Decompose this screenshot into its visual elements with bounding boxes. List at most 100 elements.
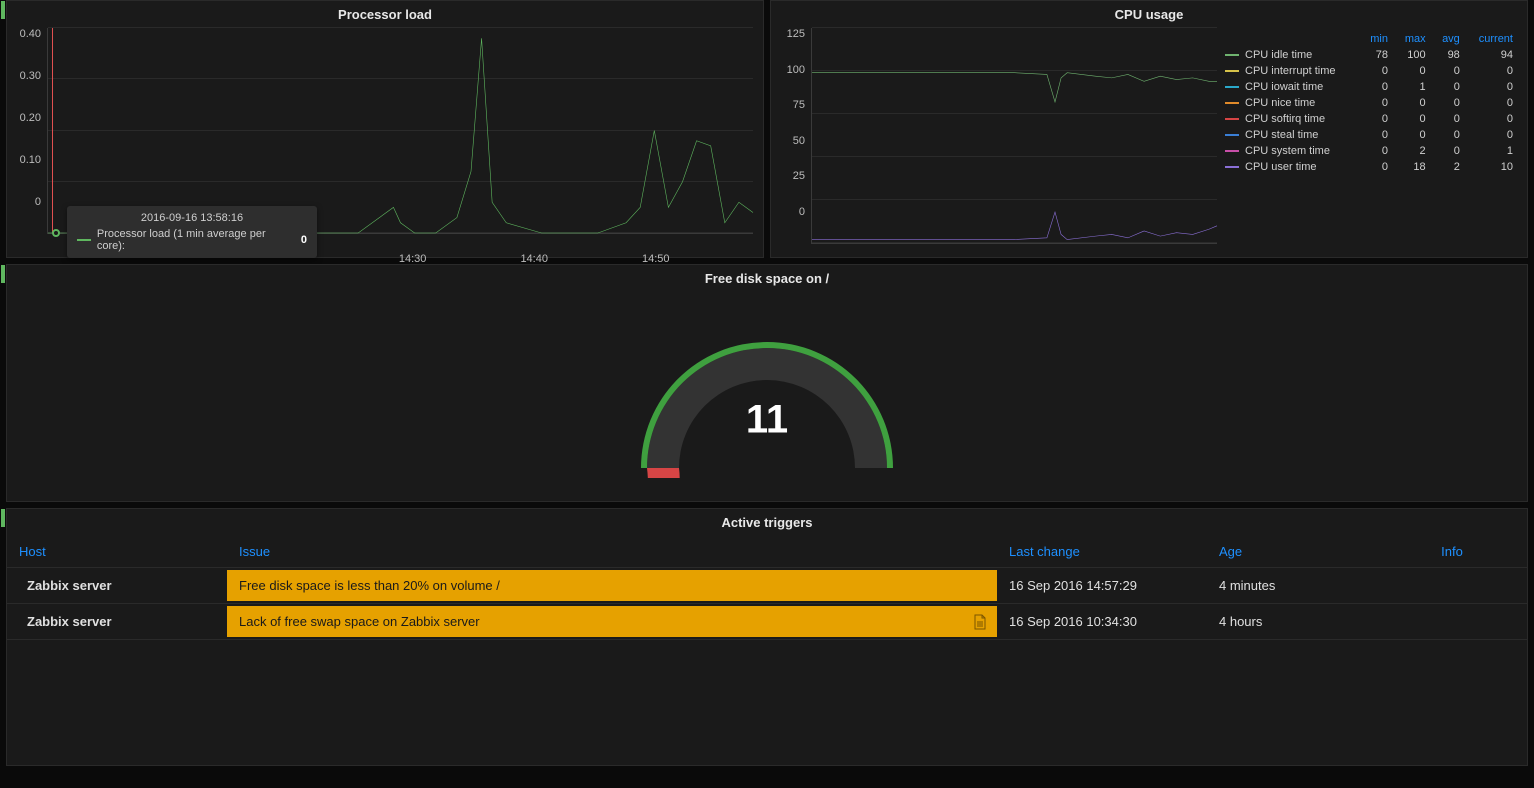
legend-current: 0	[1466, 79, 1519, 95]
legend-row[interactable]: CPU idle time781009894	[1219, 47, 1519, 63]
cpu-usage-yaxis: 125 100 75 50 25 0	[771, 24, 811, 244]
legend-header: avg	[1432, 31, 1466, 47]
ytick: 75	[793, 99, 805, 111]
panel-accent	[1, 1, 5, 19]
trigger-host: Zabbix server	[7, 604, 227, 640]
legend-max: 1	[1394, 79, 1432, 95]
legend-current: 0	[1466, 95, 1519, 111]
ytick: 0.40	[20, 28, 41, 40]
processor-load-yaxis: 0.400.300.200.100	[7, 24, 47, 234]
triggers-header-issue[interactable]: Issue	[227, 536, 997, 568]
legend-row[interactable]: CPU system time0201	[1219, 143, 1519, 159]
active-triggers-panel: Active triggers Host Issue Last change A…	[6, 508, 1528, 766]
legend-swatch	[1225, 150, 1239, 152]
legend-current: 1	[1466, 143, 1519, 159]
legend-max: 0	[1394, 127, 1432, 143]
legend-max: 0	[1394, 95, 1432, 111]
legend-row[interactable]: CPU steal time0000	[1219, 127, 1519, 143]
ytick: 100	[787, 64, 805, 76]
trigger-info	[1377, 604, 1527, 640]
legend-row[interactable]: CPU iowait time0100	[1219, 79, 1519, 95]
legend-avg: 98	[1432, 47, 1466, 63]
tooltip-series-label: Processor load (1 min average per core):	[97, 228, 295, 252]
disk-gauge-title: Free disk space on /	[7, 265, 1527, 288]
trigger-last-change: 16 Sep 2016 10:34:30	[997, 604, 1207, 640]
processor-load-tooltip: 2016-09-16 13:58:16 Processor load (1 mi…	[67, 206, 317, 258]
ytick: 25	[793, 170, 805, 182]
legend-current: 10	[1466, 159, 1519, 175]
document-icon[interactable]	[973, 614, 987, 630]
legend-min: 78	[1360, 47, 1394, 63]
legend-max: 100	[1394, 47, 1432, 63]
legend-header: min	[1360, 31, 1394, 47]
legend-min: 0	[1360, 111, 1394, 127]
ytick: 0.20	[20, 112, 41, 124]
disk-gauge-value: 11	[746, 397, 788, 442]
ytick: 0	[799, 206, 805, 218]
triggers-header-last[interactable]: Last change	[997, 536, 1207, 568]
legend-max: 2	[1394, 143, 1432, 159]
trigger-last-change: 16 Sep 2016 14:57:29	[997, 568, 1207, 604]
legend-swatch	[1225, 134, 1239, 136]
trigger-issue[interactable]: Lack of free swap space on Zabbix server	[227, 606, 997, 637]
legend-max: 18	[1394, 159, 1432, 175]
legend-current: 0	[1466, 111, 1519, 127]
panel-accent	[1, 509, 5, 527]
cpu-usage-plot[interactable]: 14:0014:1014:2014:3014:4014:50	[811, 28, 1217, 244]
trigger-info	[1377, 568, 1527, 604]
legend-row[interactable]: CPU user time018210	[1219, 159, 1519, 175]
cpu-usage-panel: CPU usage 1251007550250 14:0014:1014:201…	[770, 0, 1528, 258]
legend-swatch	[1225, 102, 1239, 104]
legend-min: 0	[1360, 95, 1394, 111]
legend-avg: 0	[1432, 127, 1466, 143]
ytick: 0.10	[20, 154, 41, 166]
trigger-issue[interactable]: Free disk space is less than 20% on volu…	[227, 570, 997, 601]
processor-load-plot[interactable]: 14:3014:4014:50	[47, 28, 753, 234]
active-triggers-title: Active triggers	[7, 509, 1527, 532]
triggers-header-age[interactable]: Age	[1207, 536, 1377, 568]
ytick: 50	[793, 135, 805, 147]
table-row[interactable]: Zabbix serverLack of free swap space on …	[7, 604, 1527, 640]
legend-avg: 0	[1432, 63, 1466, 79]
triggers-header-host[interactable]: Host	[7, 536, 227, 568]
crosshair-dot	[52, 229, 60, 237]
tooltip-time: 2016-09-16 13:58:16	[77, 212, 307, 224]
legend-min: 0	[1360, 143, 1394, 159]
legend-max: 0	[1394, 63, 1432, 79]
table-row[interactable]: Zabbix serverFree disk space is less tha…	[7, 568, 1527, 604]
legend-avg: 0	[1432, 79, 1466, 95]
legend-min: 0	[1360, 79, 1394, 95]
legend-min: 0	[1360, 127, 1394, 143]
cpu-usage-legend: minmaxavgcurrentCPU idle time781009894CP…	[1219, 31, 1519, 175]
legend-min: 0	[1360, 63, 1394, 79]
crosshair-line	[52, 28, 53, 233]
legend-header: current	[1466, 31, 1519, 47]
legend-swatch	[1225, 166, 1239, 168]
processor-load-panel: Processor load 0.400.300.200.100 14:3014…	[6, 0, 764, 258]
legend-row[interactable]: CPU nice time0000	[1219, 95, 1519, 111]
legend-avg: 2	[1432, 159, 1466, 175]
legend-swatch	[1225, 118, 1239, 120]
triggers-table: Host Issue Last change Age Info Zabbix s…	[7, 536, 1527, 640]
legend-row[interactable]: CPU softirq time0000	[1219, 111, 1519, 127]
legend-min: 0	[1360, 159, 1394, 175]
trigger-age: 4 minutes	[1207, 568, 1377, 604]
trigger-host: Zabbix server	[7, 568, 227, 604]
legend-swatch	[1225, 54, 1239, 56]
tooltip-series-swatch	[77, 239, 91, 241]
legend-header: max	[1394, 31, 1432, 47]
legend-avg: 0	[1432, 143, 1466, 159]
triggers-header-info[interactable]: Info	[1377, 536, 1527, 568]
legend-avg: 0	[1432, 111, 1466, 127]
panel-accent	[1, 265, 5, 283]
disk-gauge-panel: Free disk space on / 11	[6, 264, 1528, 502]
legend-avg: 0	[1432, 95, 1466, 111]
trigger-age: 4 hours	[1207, 604, 1377, 640]
legend-max: 0	[1394, 111, 1432, 127]
tooltip-series-value: 0	[301, 234, 307, 246]
legend-row[interactable]: CPU interrupt time0000	[1219, 63, 1519, 79]
disk-gauge	[7, 288, 1527, 478]
legend-current: 0	[1466, 63, 1519, 79]
ytick: 125	[787, 28, 805, 40]
legend-current: 0	[1466, 127, 1519, 143]
